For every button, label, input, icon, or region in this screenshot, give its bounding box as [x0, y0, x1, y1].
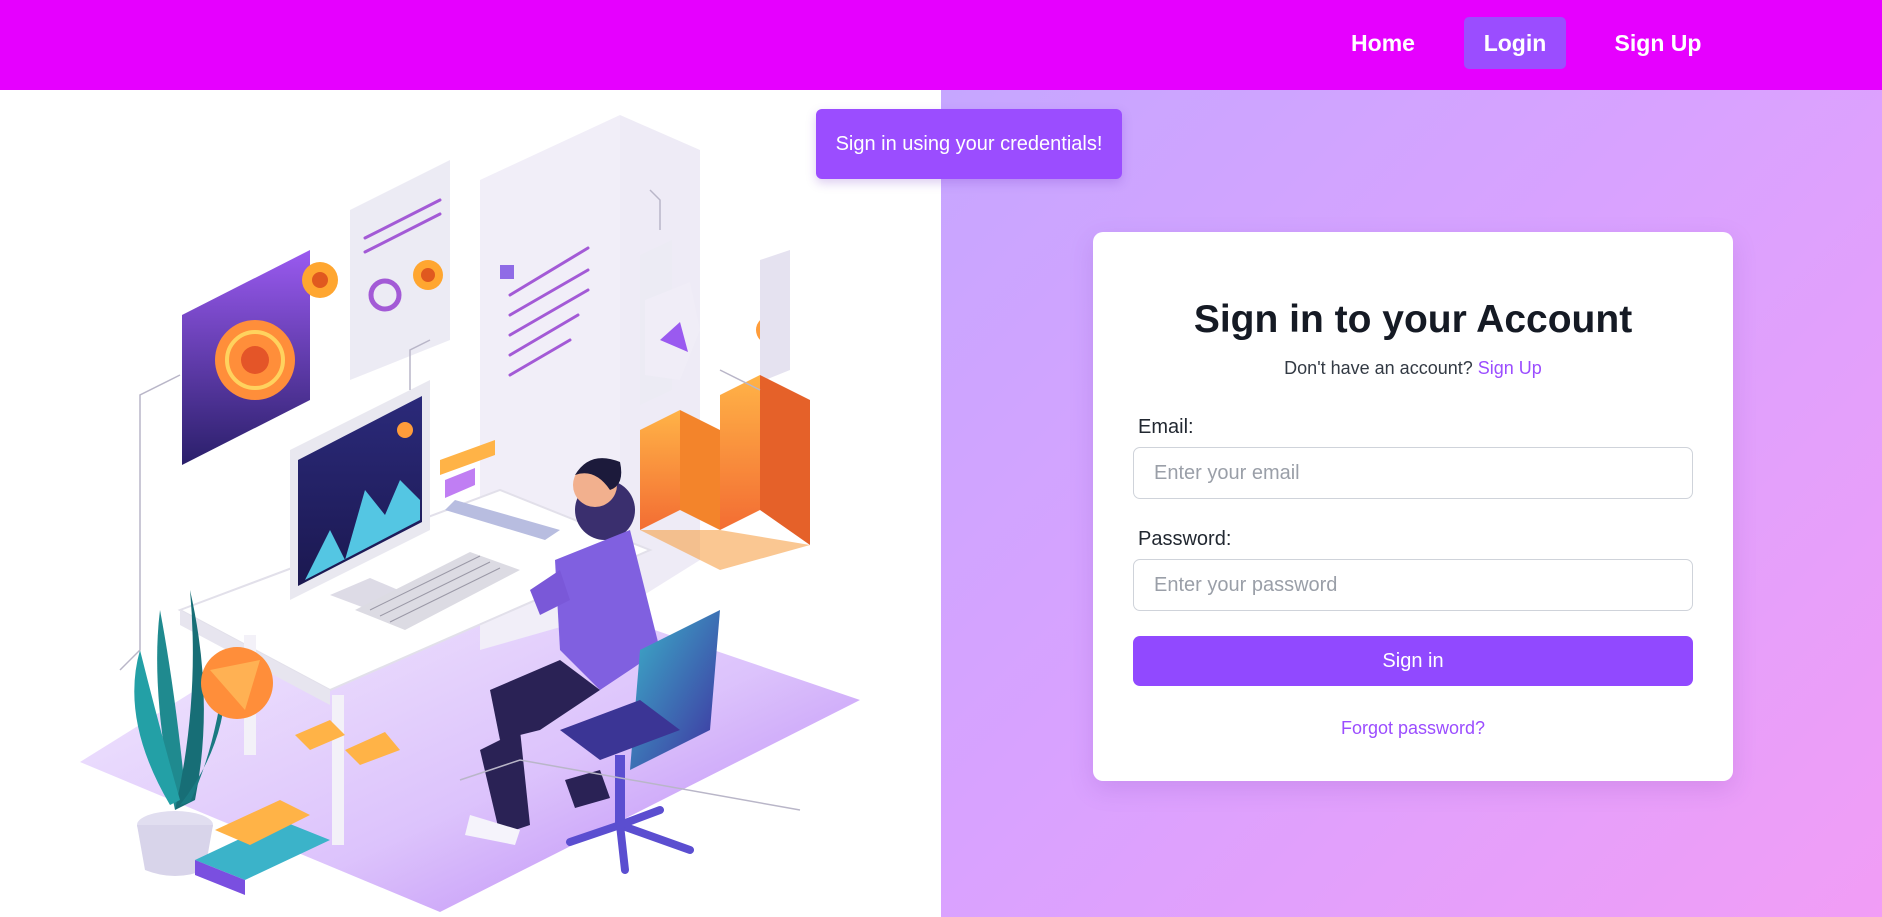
person-at-desk-illustration: [80, 115, 860, 912]
nav-login-link[interactable]: Login: [1464, 17, 1566, 69]
signup-prompt: Don't have an account? Sign Up: [1093, 358, 1733, 379]
email-field[interactable]: [1133, 447, 1693, 499]
signin-button[interactable]: Sign in: [1133, 636, 1693, 686]
email-label: Email:: [1138, 416, 1194, 438]
illustration-pane: [0, 90, 941, 917]
signup-prompt-text: Don't have an account?: [1284, 358, 1473, 378]
signup-link[interactable]: Sign Up: [1478, 358, 1542, 378]
password-label: Password:: [1138, 528, 1232, 550]
top-navbar: Home Login Sign Up: [0, 0, 1882, 90]
nav-home-link[interactable]: Home: [1334, 17, 1432, 69]
forgot-password-link[interactable]: Forgot password?: [1093, 718, 1733, 739]
signin-title: Sign in to your Account: [1193, 298, 1633, 341]
password-field[interactable]: [1133, 559, 1693, 611]
signin-card: Sign in to your Account Don't have an ac…: [1093, 232, 1733, 781]
nav-signup-link[interactable]: Sign Up: [1598, 17, 1718, 69]
info-toast: Sign in using your credentials!: [816, 109, 1122, 179]
